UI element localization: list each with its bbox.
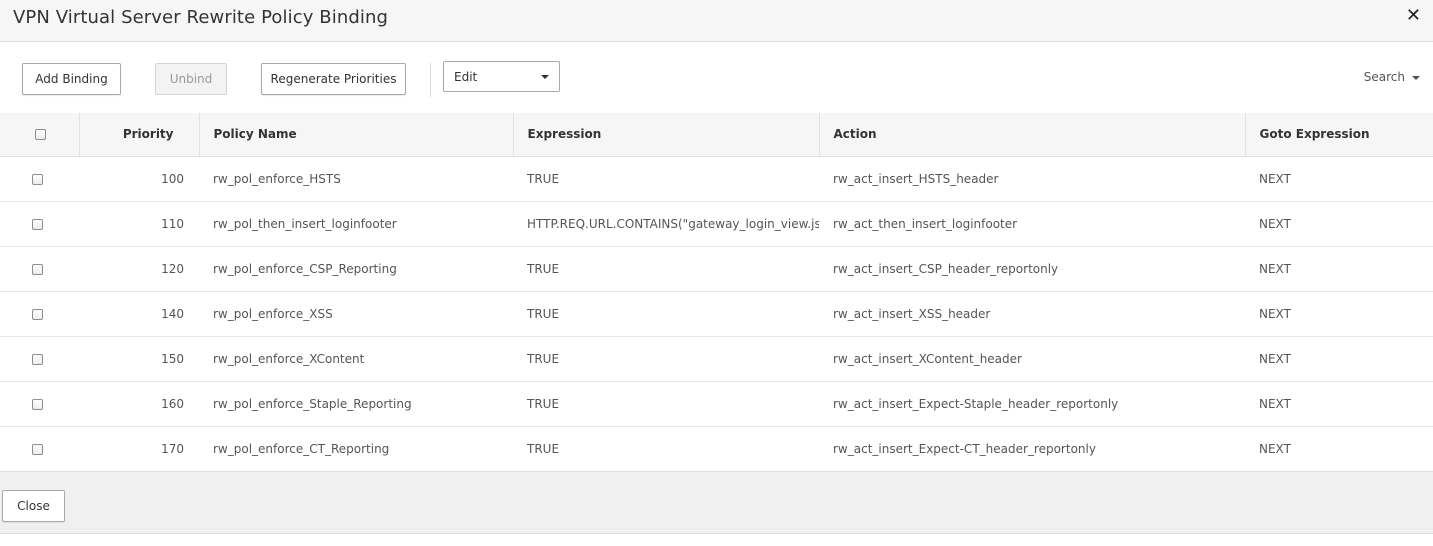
goto-expression-cell: NEXT	[1259, 261, 1291, 276]
priority-cell: 170	[161, 441, 184, 456]
action-cell: rw_act_insert_XSS_header	[833, 306, 991, 321]
row-select-cell	[0, 336, 79, 381]
table-row[interactable]: 120 rw_pol_enforce_CSP_Reporting TRUE rw…	[0, 246, 1433, 291]
add-binding-button[interactable]: Add Binding	[22, 63, 121, 95]
expression-cell: HTTP.REQ.URL.CONTAINS("gateway_login_vie…	[527, 216, 819, 231]
row-select-cell	[0, 201, 79, 246]
table-row[interactable]: 170 rw_pol_enforce_CT_Reporting TRUE rw_…	[0, 426, 1433, 471]
priority-cell: 120	[161, 261, 184, 276]
search-caret-icon[interactable]	[1412, 76, 1420, 80]
policy-name-cell: rw_pol_enforce_HSTS	[213, 171, 341, 186]
priority-cell: 100	[161, 171, 184, 186]
row-select-cell	[0, 426, 79, 471]
table-row[interactable]: 140 rw_pol_enforce_XSS TRUE rw_act_inser…	[0, 291, 1433, 336]
edit-select[interactable]: Edit	[443, 61, 560, 92]
row-select-cell	[0, 291, 79, 336]
column-header-policy-name[interactable]: Policy Name	[199, 113, 514, 157]
dialog-footer: Close	[0, 471, 1433, 534]
row-checkbox[interactable]	[32, 263, 43, 275]
expression-cell: TRUE	[527, 306, 560, 321]
action-cell: rw_act_insert_XContent_header	[833, 351, 1022, 366]
bindings-table-container: Priority Policy Name Expression Action G…	[0, 113, 1433, 472]
goto-expression-cell: NEXT	[1259, 351, 1291, 366]
bindings-table: Priority Policy Name Expression Action G…	[0, 113, 1433, 472]
unbind-button[interactable]: Unbind	[155, 63, 227, 95]
goto-expression-cell: NEXT	[1259, 396, 1291, 411]
row-select-cell	[0, 381, 79, 426]
close-button[interactable]: Close	[2, 490, 65, 522]
chevron-down-icon	[541, 75, 549, 79]
policy-name-cell: rw_pol_then_insert_loginfooter	[213, 216, 397, 231]
goto-expression-cell: NEXT	[1259, 216, 1291, 231]
action-cell: rw_act_then_insert_loginfooter	[833, 216, 1018, 231]
priority-cell: 150	[161, 351, 184, 366]
row-checkbox[interactable]	[32, 308, 43, 320]
policy-name-cell: rw_pol_enforce_CT_Reporting	[213, 441, 390, 456]
policy-name-cell: rw_pol_enforce_XSS	[213, 306, 333, 321]
column-header-goto-expression[interactable]: Goto Expression	[1245, 113, 1433, 157]
row-checkbox[interactable]	[32, 398, 43, 410]
policy-name-cell: rw_pol_enforce_XContent	[213, 351, 365, 366]
column-header-expression[interactable]: Expression	[513, 113, 820, 157]
goto-expression-cell: NEXT	[1259, 441, 1291, 456]
search-menu[interactable]: Search	[1364, 70, 1405, 84]
action-cell: rw_act_insert_CSP_header_reportonly	[833, 261, 1059, 276]
row-checkbox[interactable]	[32, 443, 43, 455]
row-select-cell	[0, 246, 79, 291]
policy-binding-dialog: VPN Virtual Server Rewrite Policy Bindin…	[0, 0, 1433, 546]
table-row[interactable]: 110 rw_pol_then_insert_loginfooter HTTP.…	[0, 201, 1433, 246]
priority-cell: 110	[161, 216, 184, 231]
dialog-title: VPN Virtual Server Rewrite Policy Bindin…	[13, 7, 389, 28]
header-select-all	[0, 113, 80, 157]
select-all-checkbox[interactable]	[34, 129, 46, 141]
policy-name-cell: rw_pol_enforce_Staple_Reporting	[213, 396, 412, 411]
row-checkbox[interactable]	[32, 218, 43, 230]
priority-cell: 140	[161, 306, 184, 321]
table-row[interactable]: 150 rw_pol_enforce_XContent TRUE rw_act_…	[0, 336, 1433, 381]
expression-cell: TRUE	[527, 351, 560, 366]
table-row[interactable]: 160 rw_pol_enforce_Staple_Reporting TRUE…	[0, 381, 1433, 426]
close-icon[interactable]: ✕	[1406, 5, 1421, 26]
goto-expression-cell: NEXT	[1259, 306, 1291, 321]
action-cell: rw_act_insert_Expect-Staple_header_repor…	[833, 396, 1119, 411]
toolbar: Add Binding Unbind Regenerate Priorities…	[0, 42, 1433, 113]
policy-name-cell: rw_pol_enforce_CSP_Reporting	[213, 261, 397, 276]
expression-cell: TRUE	[527, 441, 560, 456]
column-header-action[interactable]: Action	[819, 113, 1246, 157]
action-cell: rw_act_insert_Expect-CT_header_reportonl…	[833, 441, 1096, 456]
dialog-header: VPN Virtual Server Rewrite Policy Bindin…	[0, 0, 1433, 42]
table-header-row: Priority Policy Name Expression Action G…	[0, 113, 1433, 157]
expression-cell: TRUE	[527, 396, 560, 411]
action-cell: rw_act_insert_HSTS_header	[833, 171, 999, 186]
goto-expression-cell: NEXT	[1259, 171, 1291, 186]
priority-cell: 160	[161, 396, 184, 411]
table-row[interactable]: 100 rw_pol_enforce_HSTS TRUE rw_act_inse…	[0, 156, 1433, 201]
row-checkbox[interactable]	[32, 353, 43, 365]
regenerate-priorities-button[interactable]: Regenerate Priorities	[261, 63, 406, 95]
expression-cell: TRUE	[527, 171, 560, 186]
column-header-priority[interactable]: Priority	[79, 113, 200, 157]
expression-cell: TRUE	[527, 261, 560, 276]
toolbar-divider	[430, 63, 431, 97]
row-select-cell	[0, 156, 79, 201]
edit-select-value: Edit	[454, 69, 478, 84]
row-checkbox[interactable]	[32, 173, 43, 185]
